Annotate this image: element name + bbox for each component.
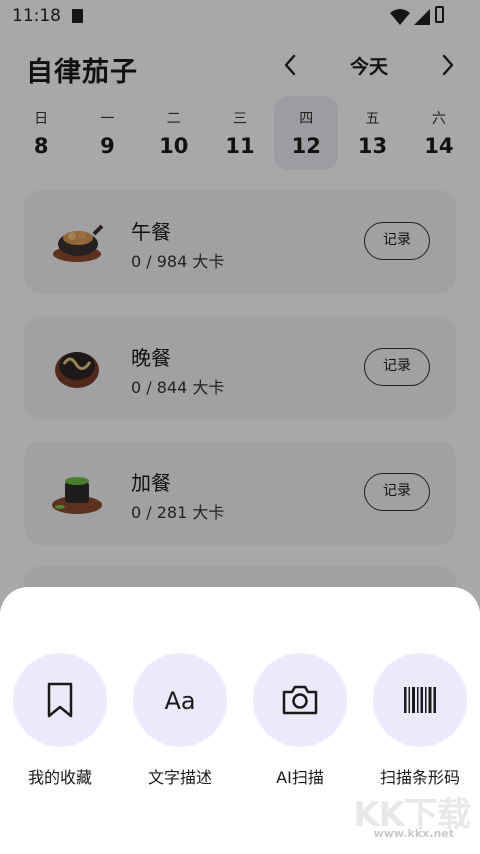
- text-describe-action[interactable]: Aa 文字描述: [125, 653, 235, 788]
- bookmark-icon: [47, 682, 73, 718]
- action-label: 我的收藏: [27, 768, 92, 787]
- action-circle[interactable]: Aa: [133, 653, 227, 747]
- camera-icon: [282, 685, 318, 715]
- action-circle[interactable]: [373, 653, 467, 747]
- action-label: AI扫描: [276, 768, 324, 787]
- add-food-bottom-sheet: 我的收藏 Aa 文字描述 AI扫描 扫描条形码 KK下载 www.kkx.net: [0, 587, 480, 854]
- action-circle[interactable]: [13, 653, 107, 747]
- watermark-url: www.kkx.net: [373, 827, 454, 840]
- text-aa-icon: Aa: [164, 687, 195, 715]
- action-circle[interactable]: [253, 653, 347, 747]
- svg-text:Aa: Aa: [164, 687, 195, 715]
- favorites-action[interactable]: 我的收藏: [5, 653, 115, 788]
- action-label: 扫描条形码: [379, 768, 460, 787]
- action-label: 文字描述: [147, 768, 212, 787]
- watermark: KK下载 www.kkx.net: [350, 787, 471, 847]
- ai-scan-action[interactable]: AI扫描: [245, 653, 355, 788]
- barcode-icon: [404, 687, 436, 713]
- barcode-scan-action[interactable]: 扫描条形码: [365, 653, 475, 788]
